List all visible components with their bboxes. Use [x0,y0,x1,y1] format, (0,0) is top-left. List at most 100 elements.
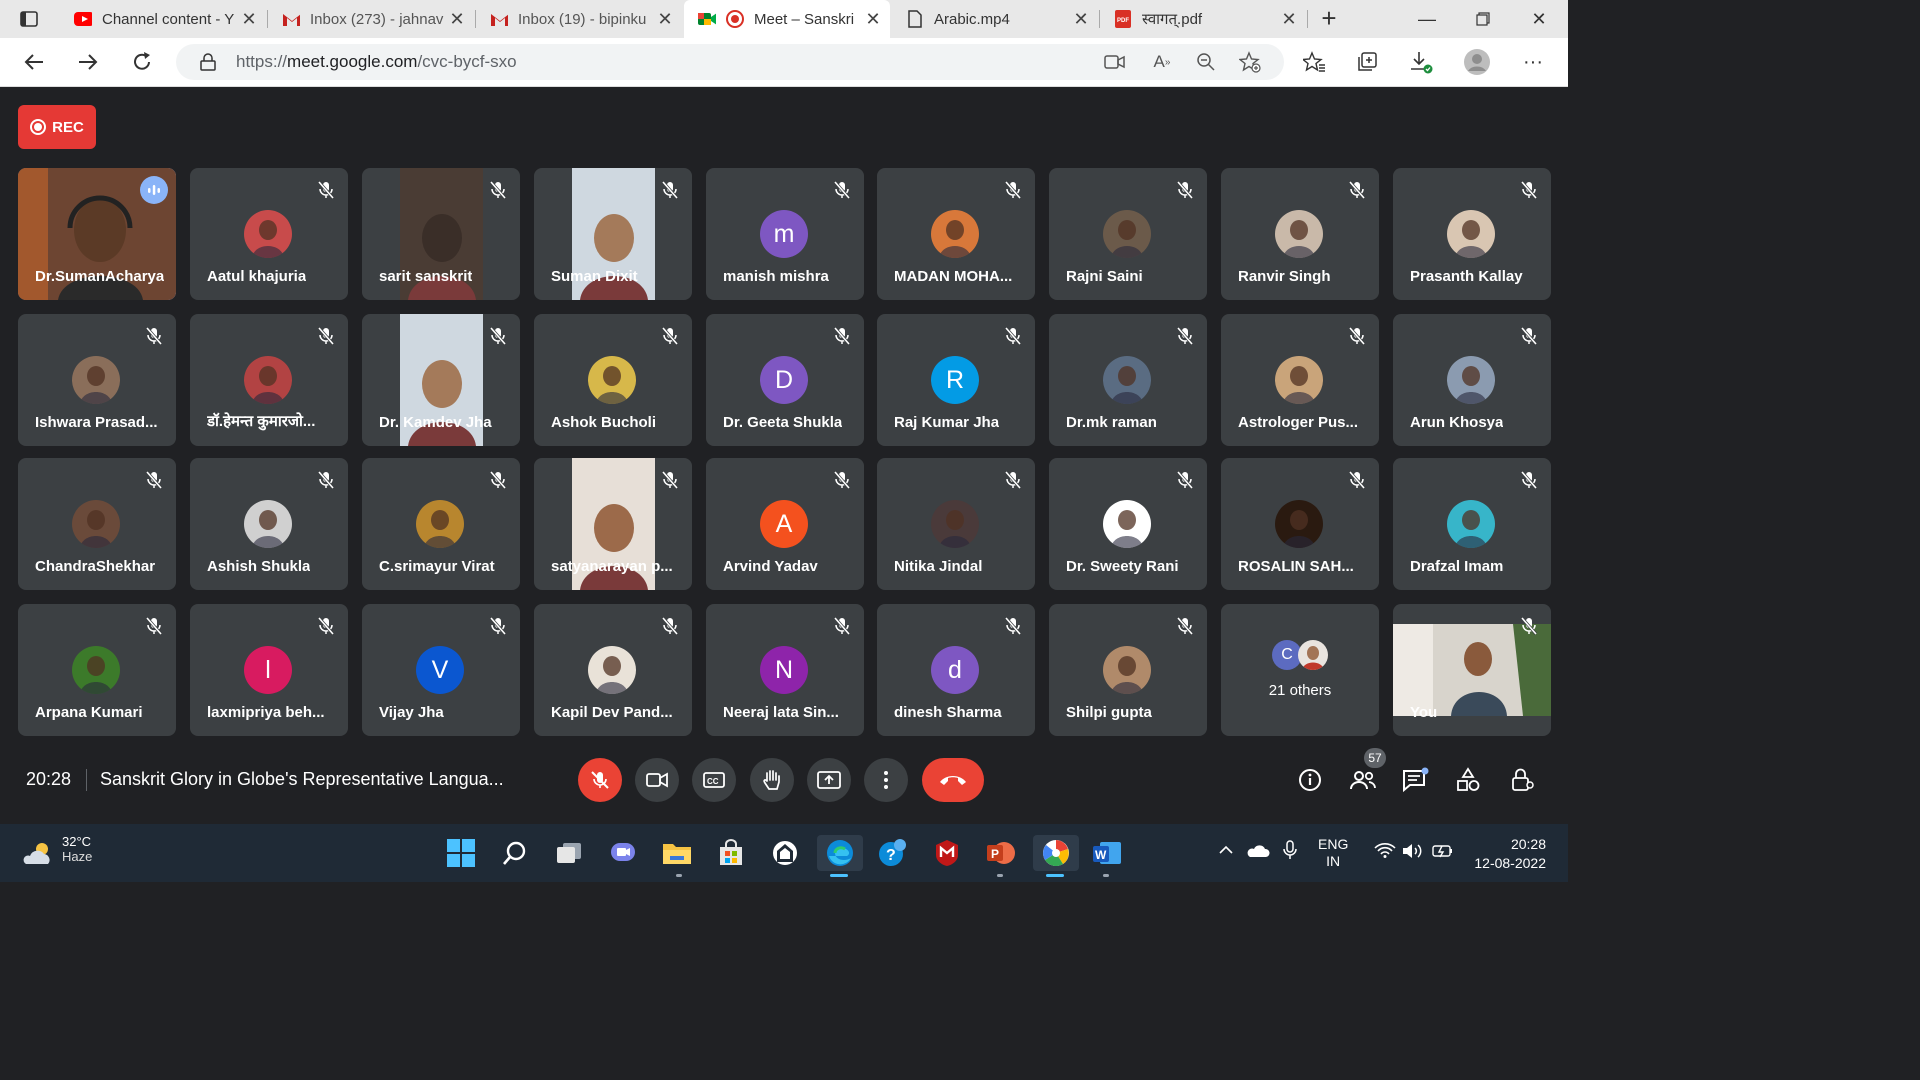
participant-tile[interactable]: d dinesh Sharma [877,604,1035,736]
profile-avatar[interactable] [1460,45,1494,79]
participant-tile[interactable]: Rajni Saini [1049,168,1207,300]
participant-tile[interactable]: Arpana Kumari [18,604,176,736]
participant-tile[interactable]: sarit sanskrit [362,168,520,300]
close-window-button[interactable]: ✕ [1512,0,1566,38]
show-hidden-icons-icon[interactable] [1218,842,1234,858]
participant-tile[interactable]: MADAN MOHA... [877,168,1035,300]
participant-tile[interactable]: You [1393,604,1551,736]
participant-tile[interactable]: A Arvind Yadav [706,458,864,590]
participant-tile[interactable]: Ashok Bucholi [534,314,692,446]
camera-permission-icon[interactable] [1101,48,1129,76]
participant-tile[interactable]: Suman Dixit [534,168,692,300]
meeting-details-button[interactable] [1294,764,1326,796]
participant-tile[interactable]: D Dr. Geeta Shukla [706,314,864,446]
back-button[interactable] [16,44,52,80]
participant-tile[interactable]: Dr. Sweety Rani [1049,458,1207,590]
photos-app-icon[interactable] [1033,835,1079,871]
participant-tile[interactable]: Dr. Kamdev Jha [362,314,520,446]
participant-tile[interactable]: C 21 others [1221,604,1379,736]
word-icon[interactable]: W [1089,835,1125,871]
app-icon[interactable] [767,835,803,871]
close-icon[interactable]: ✕ [238,9,260,30]
camera-toggle-button[interactable] [635,758,679,802]
raise-hand-button[interactable] [750,758,794,802]
system-clock[interactable]: 20:28 12-08-2022 [1466,835,1546,873]
participant-tile[interactable]: Dr.mk raman [1049,314,1207,446]
participant-tile[interactable]: N Neeraj lata Sin... [706,604,864,736]
close-icon[interactable]: ✕ [446,9,468,30]
collections-icon[interactable] [1350,45,1384,79]
present-screen-button[interactable] [807,758,851,802]
people-button[interactable] [1347,764,1379,796]
powerpoint-icon[interactable]: P [983,835,1019,871]
tab-gmail-2[interactable]: Inbox (19) - bipinku ✕ [476,0,682,38]
zoom-out-icon[interactable] [1192,48,1220,76]
participant-tile[interactable]: Shilpi gupta [1049,604,1207,736]
participant-tile[interactable]: Ishwara Prasad... [18,314,176,446]
participant-tile[interactable]: ROSALIN SAH... [1221,458,1379,590]
participant-tile[interactable]: Ranvir Singh [1221,168,1379,300]
tab-actions-icon[interactable] [20,10,38,28]
url-box[interactable]: https://meet.google.com/cvc-bycf-sxo A» [176,44,1284,80]
participant-tile[interactable]: m manish mishra [706,168,864,300]
forward-button[interactable] [70,44,106,80]
battery-icon[interactable] [1432,843,1454,862]
participant-tile[interactable]: R Raj Kumar Jha [877,314,1035,446]
tab-gmail-1[interactable]: Inbox (273) - jahnav ✕ [268,0,474,38]
weather-widget[interactable]: 32°C Haze [62,834,92,864]
add-favorite-icon[interactable] [1236,48,1264,76]
participant-tile[interactable]: ChandraShekhar [18,458,176,590]
teams-chat-icon[interactable] [605,835,641,871]
participant-tile[interactable]: C.srimayur Virat [362,458,520,590]
onedrive-icon[interactable] [1246,844,1270,861]
mcafee-icon[interactable] [929,835,965,871]
lock-icon[interactable] [200,53,216,76]
settings-more-icon[interactable]: ··· [1516,45,1550,79]
weather-icon[interactable] [22,840,54,871]
microphone-icon[interactable] [1283,840,1297,863]
tab-youtube[interactable]: Channel content - Y ✕ [60,0,266,38]
file-explorer-icon[interactable] [659,835,695,871]
task-view-icon[interactable] [551,835,587,871]
participant-tile[interactable]: Nitika Jindal [877,458,1035,590]
url-text[interactable]: https://meet.google.com/cvc-bycf-sxo [236,52,517,72]
tab-arabic-mp4[interactable]: Arabic.mp4 ✕ [892,0,1098,38]
more-options-button[interactable] [864,758,908,802]
tab-pdf[interactable]: PDF स्वागत्.pdf ✕ [1100,0,1306,38]
participant-tile[interactable]: satyanarayan p... [534,458,692,590]
chat-button[interactable] [1400,764,1432,796]
participant-tile[interactable]: Kapil Dev Pand... [534,604,692,736]
search-icon[interactable] [497,835,533,871]
new-tab-button[interactable]: + [1316,5,1342,32]
windows-start-icon[interactable] [443,835,479,871]
close-icon[interactable]: ✕ [1278,9,1300,30]
wifi-icon[interactable] [1374,842,1396,861]
input-language[interactable]: ENG IN [1318,836,1348,870]
recording-badge[interactable]: REC [18,105,96,149]
activities-button[interactable] [1453,764,1485,796]
mic-toggle-button[interactable] [578,758,622,802]
captions-button[interactable]: CC [692,758,736,802]
participant-tile[interactable]: डॉ.हेमन्त कुमारजो... [190,314,348,446]
minimize-button[interactable]: — [1400,0,1454,38]
edge-browser-icon[interactable] [817,835,863,871]
leave-call-button[interactable] [922,758,984,802]
restore-button[interactable] [1456,0,1510,38]
participant-tile[interactable]: l laxmipriya beh... [190,604,348,736]
close-icon[interactable]: ✕ [1070,9,1092,30]
participant-tile[interactable]: V Vijay Jha [362,604,520,736]
close-icon[interactable]: ✕ [654,9,676,30]
participant-tile[interactable]: Ashish Shukla [190,458,348,590]
read-aloud-icon[interactable]: A» [1148,48,1176,76]
participant-tile[interactable]: Dr.SumanAcharya [18,168,176,300]
downloads-icon[interactable] [1404,45,1438,79]
quick-assist-icon[interactable]: ? [875,835,911,871]
volume-icon[interactable] [1402,842,1424,863]
participant-tile[interactable]: Aatul khajuria [190,168,348,300]
tab-meet[interactable]: Meet – Sanskri ✕ [684,0,890,38]
participant-tile[interactable]: Prasanth Kallay [1393,168,1551,300]
refresh-button[interactable] [124,44,160,80]
participant-tile[interactable]: Arun Khosya [1393,314,1551,446]
microsoft-store-icon[interactable] [713,835,749,871]
host-controls-button[interactable] [1507,764,1539,796]
